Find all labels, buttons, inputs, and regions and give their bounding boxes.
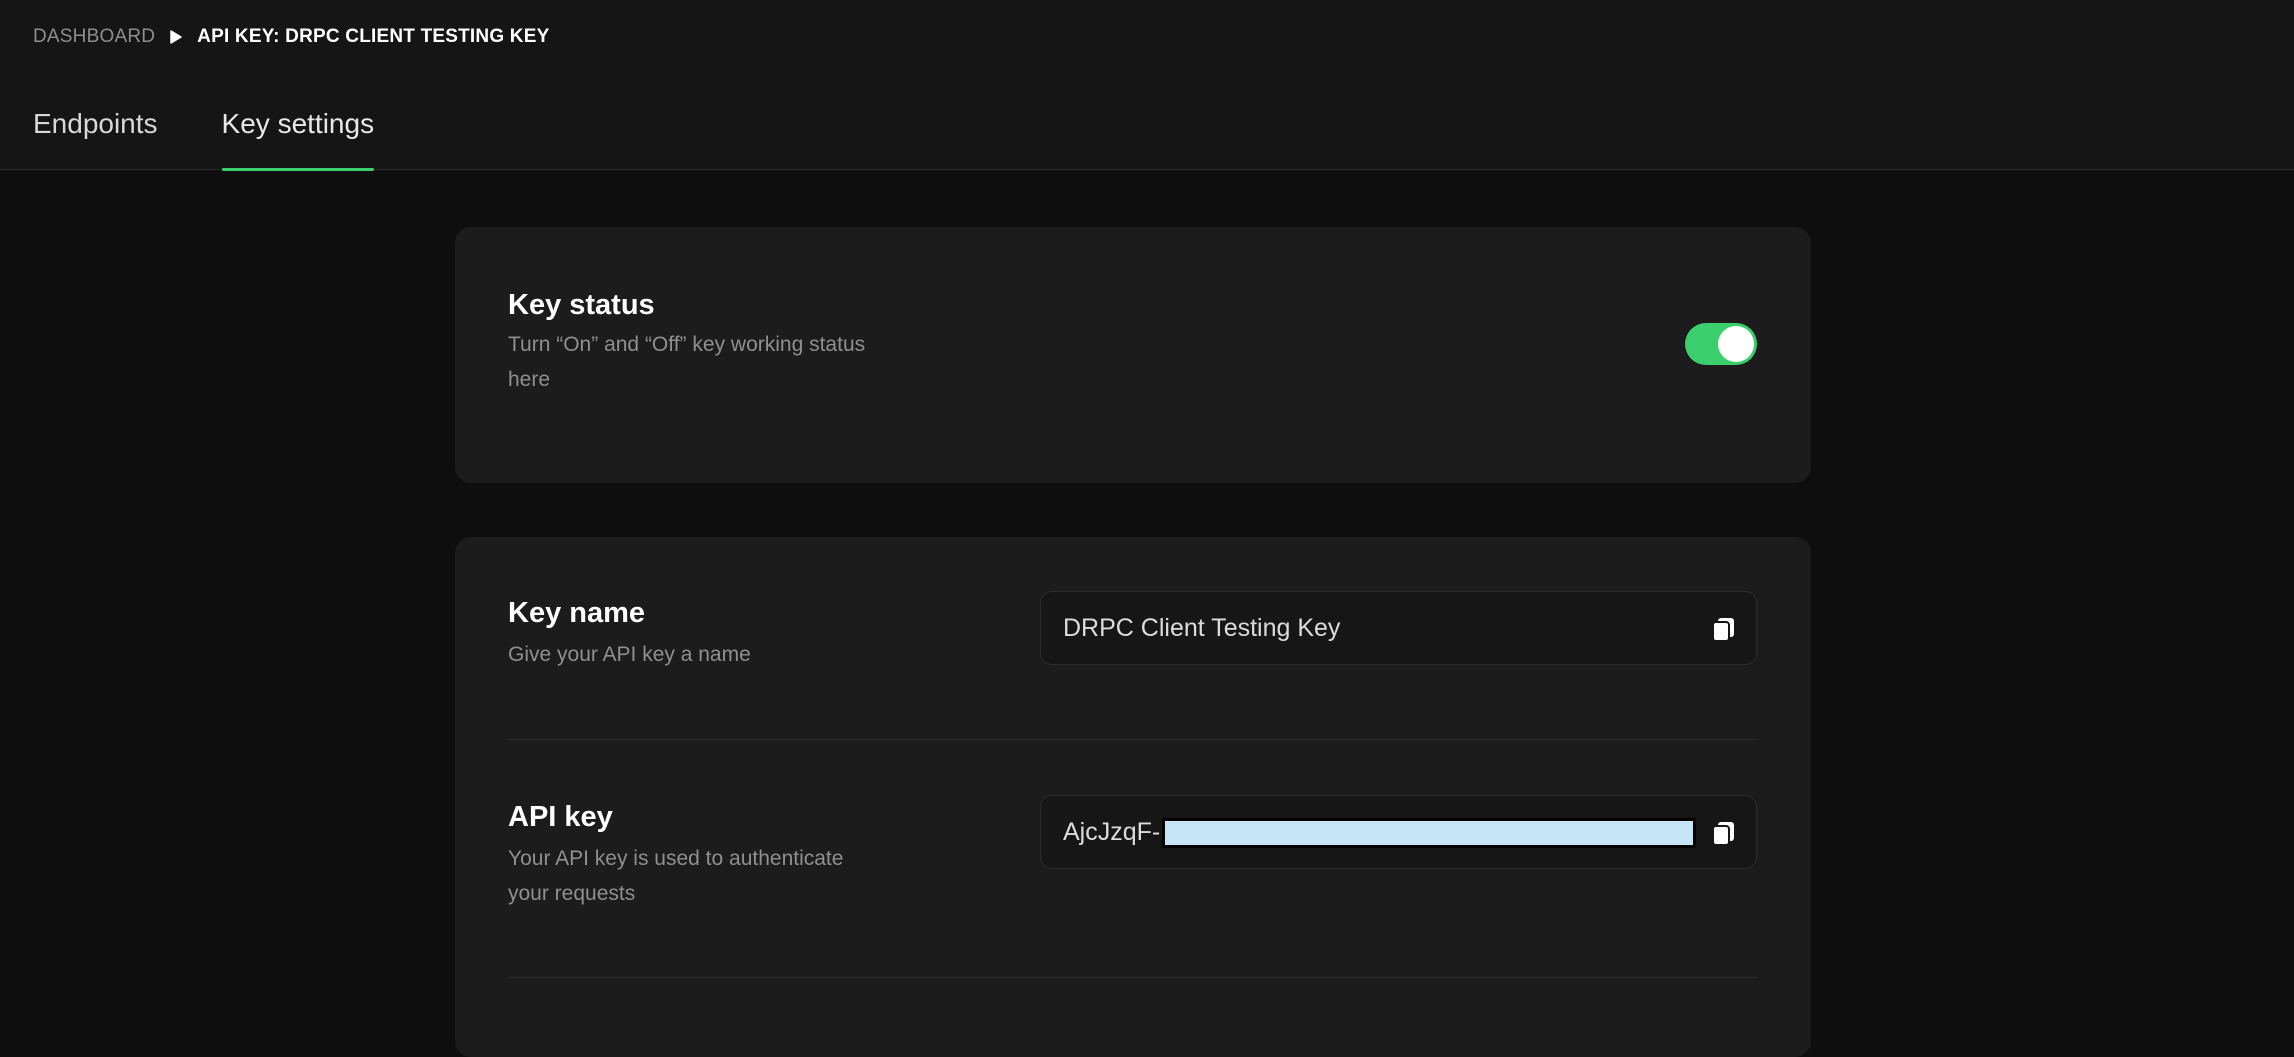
- section-divider: [508, 739, 1757, 740]
- top-header: DASHBOARD API KEY: DRPC CLIENT TESTING K…: [0, 0, 2294, 171]
- copy-icon[interactable]: [1710, 615, 1738, 643]
- api-key-description-line1: Your API key is used to authenticate: [508, 847, 844, 870]
- tab-bar: Endpoints Key settings: [33, 96, 438, 171]
- key-name-value: DRPC Client Testing Key: [1063, 614, 1341, 642]
- section-divider: [508, 977, 1757, 978]
- key-name-title: Key name: [508, 597, 646, 629]
- api-key-field[interactable]: AjcJzqF-: [1040, 795, 1757, 869]
- api-key-title: API key: [508, 801, 613, 833]
- api-key-description: Your API key is used to authenticate you…: [508, 841, 843, 911]
- key-status-card: Key status Turn “On” and “Off” key worki…: [455, 227, 1811, 483]
- key-status-title: Key status: [508, 289, 655, 321]
- copy-icon[interactable]: [1710, 819, 1738, 847]
- key-status-toggle[interactable]: [1685, 323, 1757, 365]
- key-status-description-line1: Turn “On” and “Off” key working status: [508, 333, 866, 356]
- play-arrow-icon: [169, 30, 183, 44]
- breadcrumb: DASHBOARD API KEY: DRPC CLIENT TESTING K…: [33, 26, 549, 48]
- breadcrumb-dashboard-link[interactable]: DASHBOARD: [33, 26, 155, 48]
- toggle-knob: [1718, 326, 1754, 362]
- key-name-description: Give your API key a name: [508, 643, 751, 666]
- breadcrumb-current: API KEY: DRPC CLIENT TESTING KEY: [197, 26, 550, 47]
- key-status-description: Turn “On” and “Off” key working status h…: [508, 327, 865, 397]
- api-key-value: AjcJzqF-: [1063, 817, 1697, 848]
- key-name-field[interactable]: DRPC Client Testing Key: [1040, 591, 1757, 665]
- api-key-redacted: [1162, 817, 1697, 848]
- key-settings-card: Key name Give your API key a name DRPC C…: [455, 537, 1811, 1057]
- api-key-prefix: AjcJzqF-: [1063, 818, 1161, 846]
- api-key-description-line2: your requests: [508, 882, 636, 905]
- key-status-description-line2: here: [508, 368, 551, 391]
- tab-endpoints[interactable]: Endpoints: [33, 96, 158, 170]
- tab-key-settings[interactable]: Key settings: [221, 96, 374, 171]
